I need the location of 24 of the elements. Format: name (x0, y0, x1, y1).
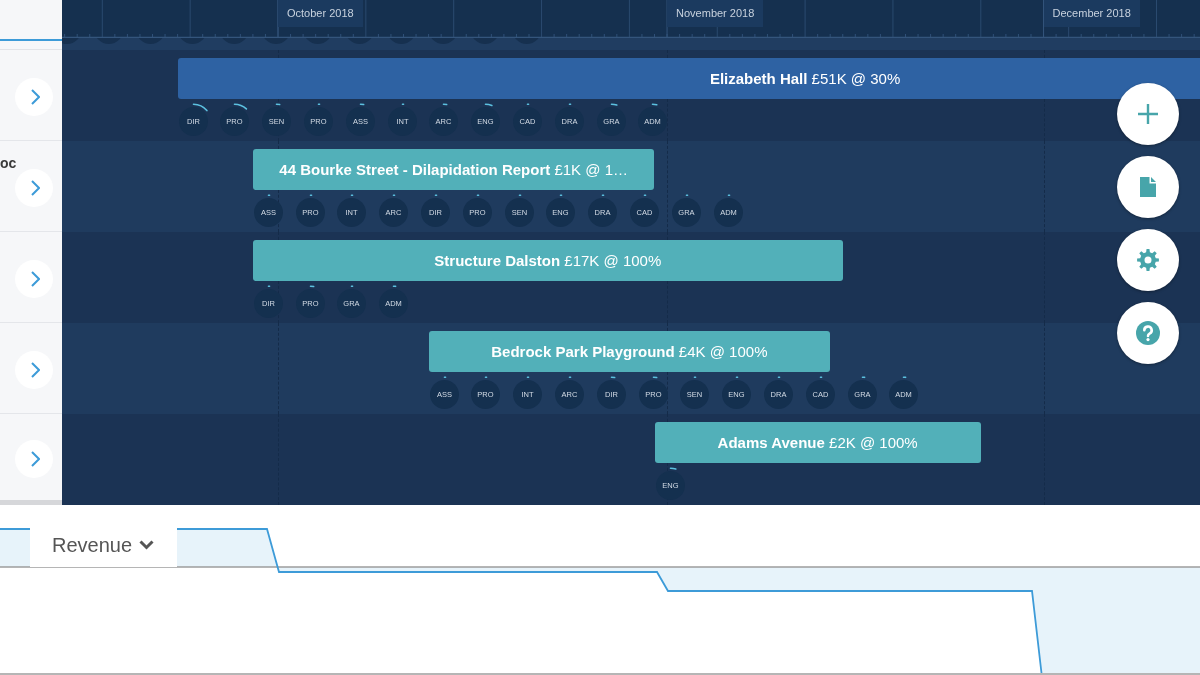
expand-button[interactable] (15, 439, 53, 478)
month-label: December 2018 (1043, 0, 1140, 27)
chevron-right-icon (30, 270, 40, 287)
project-bar[interactable]: Elizabeth Hall £51K @ 30% (177, 58, 1200, 99)
expand-button[interactable] (15, 350, 53, 389)
help-icon (1136, 321, 1160, 345)
project-bar[interactable]: Adams Avenue £2K @ 100% (654, 422, 981, 463)
settings-icon (1137, 249, 1159, 271)
project-bar[interactable]: Bedrock Park Playground £4K @ 100% (428, 331, 831, 372)
expand-button[interactable] (15, 168, 53, 207)
project-name: oc (0, 155, 17, 171)
chevron-right-icon (30, 179, 40, 196)
document-icon (1140, 177, 1156, 197)
expand-button[interactable] (15, 77, 53, 116)
chevron-right-icon (30, 450, 40, 467)
chevron-right-icon (30, 88, 40, 105)
chevron-right-icon (30, 361, 40, 378)
chevron-down-icon (139, 540, 155, 550)
month-label: November 2018 (667, 0, 764, 27)
plus-icon (1138, 104, 1158, 124)
project-bar[interactable]: 44 Bourke Street - Dilapidation Report £1K @ 1… (252, 149, 655, 190)
month-label: October 2018 (278, 0, 363, 27)
project-bar[interactable]: Structure Dalston £17K @ 100% (252, 240, 843, 281)
expand-button[interactable] (15, 259, 53, 298)
